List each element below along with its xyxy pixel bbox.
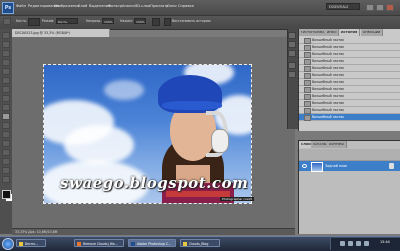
erase-to-history-label: Восстановить историю (172, 19, 211, 23)
tab-history[interactable]: ИСТОРИЯ (339, 29, 361, 36)
swatches-panel-icon[interactable] (288, 41, 296, 48)
folder-icon (183, 241, 187, 246)
clone-stamp-tool-icon[interactable] (2, 104, 10, 111)
mode-select[interactable]: Кисть (56, 18, 78, 24)
tab-histogram[interactable]: ГИСТОГРАММА (299, 29, 328, 36)
maximize-icon[interactable] (376, 4, 384, 11)
pen-tool-icon[interactable] (2, 158, 10, 165)
document-status-bar: 33,33% Док: 10,8M/10,8M (12, 228, 295, 235)
start-button[interactable] (2, 238, 14, 250)
beanie-rim (162, 101, 222, 110)
mode-label: Режим: (42, 19, 55, 23)
brushes-panel-icon[interactable] (288, 62, 296, 69)
headphone-cup (211, 129, 229, 153)
layers-controls (299, 149, 400, 161)
clone-source-panel-icon[interactable] (288, 71, 296, 78)
layer-name: Задний план (325, 164, 348, 168)
menu-help[interactable]: Справка (178, 4, 194, 8)
history-brush-tool-icon[interactable] (3, 18, 11, 25)
pressure-input[interactable]: 100% (134, 18, 146, 24)
history-item[interactable]: Волшебный ластик (299, 44, 400, 51)
eraser-tool-icon[interactable] (2, 122, 10, 129)
brush-tool-icon[interactable] (2, 95, 10, 102)
history-item[interactable]: Волшебный ластик (299, 65, 400, 72)
cloud (104, 80, 144, 100)
magic-eraser-icon (304, 115, 311, 121)
clock[interactable]: 15:44 (380, 240, 390, 244)
history-item[interactable]: Волшебный ластик (299, 79, 400, 86)
document-tab[interactable]: DSC00523.jpg @ 33,3% (RGB/8*) (12, 29, 110, 37)
layers-panel: СЛОИ КАНАЛЫ КОНТУРЫ Задний план (298, 140, 400, 234)
history-panel: ГИСТОГРАММА ИНФО ИСТОРИЯ ОПЕРАЦИИ Волшеб… (298, 29, 400, 131)
gradient-tool-icon[interactable] (2, 131, 10, 138)
brush-label: Кисть: (16, 19, 27, 23)
tab-info[interactable]: ИНФО (325, 29, 340, 36)
airbrush-icon[interactable] (152, 18, 160, 26)
eyedropper-tool-icon[interactable] (2, 77, 10, 84)
opacity-input[interactable]: 100% (102, 18, 114, 24)
type-tool-icon[interactable] (2, 167, 10, 174)
dodge-tool-icon[interactable] (2, 149, 10, 156)
taskbar-item-active[interactable]: Adobe Photoshop C... (128, 239, 176, 247)
history-item[interactable]: Волшебный ластик (299, 37, 400, 44)
close-icon[interactable] (386, 4, 394, 11)
history-item[interactable]: Волшебный ластик (299, 93, 400, 100)
layer-thumbnail (311, 162, 323, 172)
move-tool-icon[interactable] (2, 32, 10, 39)
opacity-label: Непрозр.: (86, 19, 103, 23)
photoshop-icon (131, 241, 135, 246)
taskbar-item[interactable]: Clouds_Blog (180, 239, 220, 247)
folder-icon (19, 241, 23, 246)
history-item[interactable]: Волшебный ластик (299, 100, 400, 107)
minimize-icon[interactable] (366, 4, 374, 11)
security-icon[interactable] (364, 241, 369, 246)
history-item[interactable]: Волшебный ластик (299, 86, 400, 93)
hand-tool-icon[interactable] (2, 176, 10, 183)
history-item[interactable]: Волшебный ластик (299, 72, 400, 79)
watermark-text: swaego.blogspot.com (60, 174, 249, 192)
menu-3d[interactable]: 3D-слои (135, 4, 150, 8)
history-brush-tool-active-icon[interactable] (2, 113, 10, 120)
volume-icon[interactable] (348, 241, 353, 246)
language-icon[interactable] (356, 241, 361, 246)
network-icon[interactable] (340, 241, 345, 246)
layer-row[interactable]: Задний план (299, 161, 400, 172)
erase-to-history-checkbox[interactable] (164, 18, 171, 26)
photo-credit: Photographer credit (220, 197, 254, 201)
photoshop-logo: Ps (2, 2, 14, 14)
history-item-selected[interactable]: Волшебный ластик (299, 114, 400, 121)
adjustments-panel-icon[interactable] (288, 50, 296, 57)
history-item[interactable]: Волшебный ластик (299, 107, 400, 114)
tab-paths[interactable]: КОНТУРЫ (327, 141, 347, 148)
workspace-switcher[interactable]: ESSENTIALS (326, 3, 360, 10)
eye-icon[interactable] (302, 164, 307, 168)
menu-view[interactable]: Просмотр (150, 4, 168, 8)
menu-image[interactable]: Изображение (54, 4, 80, 8)
menu-window[interactable]: Окно (167, 4, 177, 8)
pressure-label: Нажим: (120, 19, 133, 23)
menu-file[interactable]: Файл (16, 4, 26, 8)
blur-tool-icon[interactable] (2, 140, 10, 147)
magic-wand-tool-icon[interactable] (2, 59, 10, 66)
foreground-color-swatch[interactable] (2, 190, 11, 199)
color-panel-icon[interactable] (288, 32, 296, 39)
marquee-tool-icon[interactable] (2, 41, 10, 48)
menu-analysis[interactable]: Анализ (122, 4, 136, 8)
menu-layer[interactable]: Слой (78, 4, 87, 8)
healing-brush-tool-icon[interactable] (2, 86, 10, 93)
crop-tool-icon[interactable] (2, 68, 10, 75)
firefox-icon (77, 241, 81, 246)
history-item[interactable]: Волшебный ластик (299, 51, 400, 58)
brush-picker[interactable] (28, 18, 40, 26)
lock-icon (389, 163, 394, 169)
cloud (64, 125, 134, 165)
history-item[interactable]: Волшебный ластик (299, 58, 400, 65)
menu-filter[interactable]: Фильтр (108, 4, 122, 8)
tab-actions[interactable]: ОПЕРАЦИИ (361, 29, 384, 36)
taskbar-item[interactable]: Remove Clouds| Wo... (74, 239, 124, 247)
taskbar-item[interactable]: Беспл... (16, 239, 46, 247)
lasso-tool-icon[interactable] (2, 50, 10, 57)
